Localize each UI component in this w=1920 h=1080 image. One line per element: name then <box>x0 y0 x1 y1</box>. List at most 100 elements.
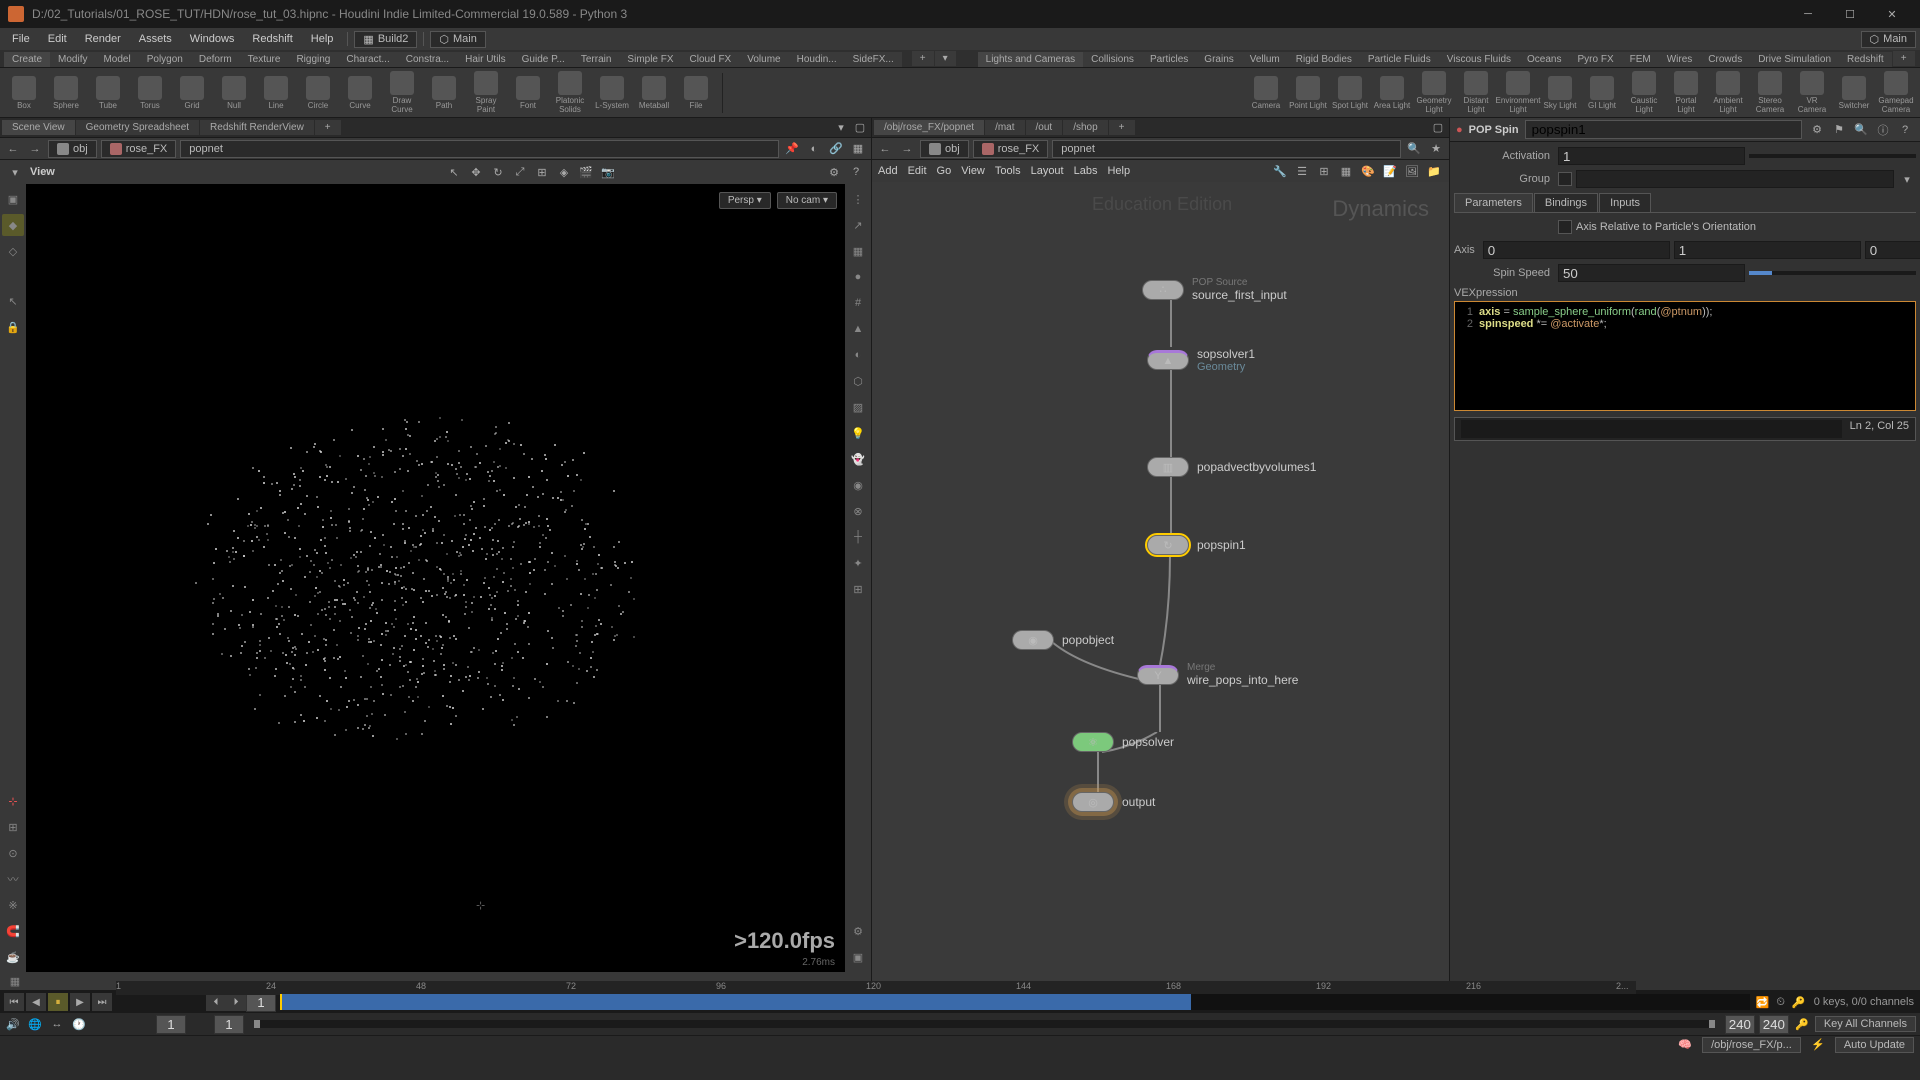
net-menu-labs[interactable]: Labs <box>1074 165 1098 177</box>
menu-windows[interactable]: Windows <box>182 31 243 47</box>
link-icon[interactable]: 🔗 <box>827 140 845 158</box>
tab-inputs[interactable]: Inputs <box>1599 193 1651 212</box>
menu-help[interactable]: Help <box>303 31 342 47</box>
path-obj[interactable]: obj <box>48 140 97 158</box>
shelf-tool[interactable]: Point Light <box>1288 70 1328 116</box>
shelf-add-icon[interactable]: + <box>1893 51 1915 66</box>
shelf-tool[interactable]: Torus <box>130 70 170 116</box>
display-prims-icon[interactable]: ▲ <box>847 318 869 340</box>
shelf-tab[interactable]: Cloud FX <box>682 52 740 67</box>
tab-out[interactable]: /out <box>1026 120 1063 135</box>
display-xray-icon[interactable]: ⊗ <box>847 500 869 522</box>
tab-geo-spreadsheet[interactable]: Geometry Spreadsheet <box>76 120 199 135</box>
shelf-tool[interactable]: Curve <box>340 70 380 116</box>
shelf-tab[interactable]: Particle Fluids <box>1360 52 1439 67</box>
nav-back-icon[interactable]: ← <box>4 140 22 158</box>
group-enable-checkbox[interactable] <box>1558 172 1572 186</box>
shelf-tab[interactable]: Rigid Bodies <box>1288 52 1360 67</box>
snap-point-icon[interactable]: ⊙ <box>2 842 24 864</box>
range-slider[interactable] <box>254 1020 1715 1028</box>
shelf-tool[interactable]: Distant Light <box>1456 70 1496 116</box>
shelf-tab[interactable]: Volume <box>739 52 788 67</box>
group-menu-icon[interactable]: ▾ <box>1898 170 1916 188</box>
cook-icon[interactable]: ⚡ <box>1809 1036 1827 1054</box>
shelf-tab[interactable]: Redshift <box>1839 52 1892 67</box>
spinspeed-input[interactable] <box>1558 264 1745 282</box>
shelf-tab[interactable]: Lights and Cameras <box>978 52 1084 67</box>
menu-redshift[interactable]: Redshift <box>244 31 300 47</box>
pane-max-icon[interactable]: ▢ <box>851 119 869 137</box>
shelf-tool[interactable]: Grid <box>172 70 212 116</box>
tab-redshift-renderview[interactable]: Redshift RenderView <box>200 120 314 135</box>
tab-mat[interactable]: /mat <box>985 120 1024 135</box>
shelf-add-icon[interactable]: + <box>912 51 934 66</box>
shelf-tab[interactable]: Viscous Fluids <box>1439 52 1519 67</box>
nav-fwd-icon[interactable]: → <box>898 140 916 158</box>
shelf-tab[interactable]: Rigging <box>288 52 338 67</box>
path-obj[interactable]: obj <box>920 140 969 158</box>
display-lighting-icon[interactable]: 💡 <box>847 422 869 444</box>
help-icon[interactable]: ? <box>1896 121 1914 139</box>
shelf-tool[interactable]: Font <box>508 70 548 116</box>
menu-render[interactable]: Render <box>77 31 129 47</box>
node-popsolver[interactable]: ⚛ popsolver <box>1072 732 1174 752</box>
activation-slider[interactable] <box>1749 154 1916 158</box>
node-popobject[interactable]: ◉ popobject <box>1012 630 1114 650</box>
arrow-tool-icon[interactable]: ↖ <box>2 290 24 312</box>
tab-shop[interactable]: /shop <box>1063 120 1107 135</box>
playhead[interactable] <box>280 994 282 1010</box>
audio-icon[interactable]: 🔊 <box>4 1015 22 1033</box>
shelf-tool[interactable]: File <box>676 70 716 116</box>
end-frame-input[interactable] <box>1759 1015 1789 1034</box>
display-grid-icon[interactable]: ⊞ <box>847 578 869 600</box>
move-tool-icon[interactable]: ✥ <box>467 163 485 181</box>
auto-update-selector[interactable]: Auto Update <box>1835 1037 1914 1053</box>
paint-icon[interactable]: ☕ <box>2 946 24 968</box>
shelf-tab[interactable]: Create <box>4 52 50 67</box>
display-normals-icon[interactable]: ↗ <box>847 214 869 236</box>
ghost-icon[interactable]: ◐ <box>805 140 823 158</box>
clock-icon[interactable]: 🕐 <box>70 1015 88 1033</box>
range-end-input[interactable] <box>1725 1015 1755 1034</box>
shelf-tab[interactable]: Pyro FX <box>1570 52 1622 67</box>
shelf-tool[interactable]: Switcher <box>1834 70 1874 116</box>
select-dyn-icon[interactable]: ◇ <box>2 240 24 262</box>
shelf-tool[interactable]: Line <box>256 70 296 116</box>
context-selector-right[interactable]: ⬡ Main <box>1861 31 1916 48</box>
display-hulls-icon[interactable]: ⬡ <box>847 370 869 392</box>
help-icon[interactable]: ? <box>847 163 865 181</box>
shelf-tool[interactable]: Platonic Solids <box>550 70 590 116</box>
shelf-tool[interactable]: Spray Paint <box>466 70 506 116</box>
shelf-tool[interactable]: Metaball <box>634 70 674 116</box>
nav-fwd-icon[interactable]: → <box>26 140 44 158</box>
network-canvas[interactable]: Education Edition Dynamics ∴ POP Sources… <box>872 182 1449 990</box>
range-icon[interactable]: ↔ <box>48 1015 66 1033</box>
shelf-tab[interactable]: Deform <box>191 52 240 67</box>
snap-grid-icon[interactable]: ⊞ <box>2 816 24 838</box>
minimize-button[interactable]: ─ <box>1788 2 1828 26</box>
current-frame-input[interactable] <box>246 993 276 1012</box>
start-frame-input[interactable] <box>156 1015 186 1034</box>
net-menu-go[interactable]: Go <box>937 165 952 177</box>
net-menu-help[interactable]: Help <box>1107 165 1130 177</box>
net-menu-tools[interactable]: Tools <box>995 165 1021 177</box>
tab-add[interactable]: + <box>1109 120 1135 135</box>
shelf-tool[interactable]: GI Light <box>1582 70 1622 116</box>
select-object-icon[interactable]: ▣ <box>2 188 24 210</box>
shelf-tab[interactable]: Guide P... <box>514 52 573 67</box>
next-key-button[interactable]: ⏵ <box>226 993 246 1011</box>
node-source[interactable]: ∴ POP Sourcesource_first_input <box>1142 277 1287 302</box>
shelf-tab[interactable]: Polygon <box>139 52 191 67</box>
snap-multi-icon[interactable]: ※ <box>2 894 24 916</box>
last-frame-button[interactable]: ⏭ <box>92 993 112 1011</box>
tab-parameters[interactable]: Parameters <box>1454 193 1533 212</box>
node-popspin[interactable]: ↻ popspin1 <box>1147 535 1246 555</box>
select-geo-icon[interactable]: ◆ <box>2 214 24 236</box>
display-wire-icon[interactable]: ▦ <box>847 240 869 262</box>
display-opts-icon[interactable]: ⚙ <box>825 163 843 181</box>
shelf-tool[interactable]: Path <box>424 70 464 116</box>
snap-icon[interactable]: ⊞ <box>533 163 551 181</box>
shelf-tool[interactable]: Camera <box>1246 70 1286 116</box>
shelf-tab[interactable]: Particles <box>1142 52 1196 67</box>
shelf-tool[interactable]: VR Camera <box>1792 70 1832 116</box>
